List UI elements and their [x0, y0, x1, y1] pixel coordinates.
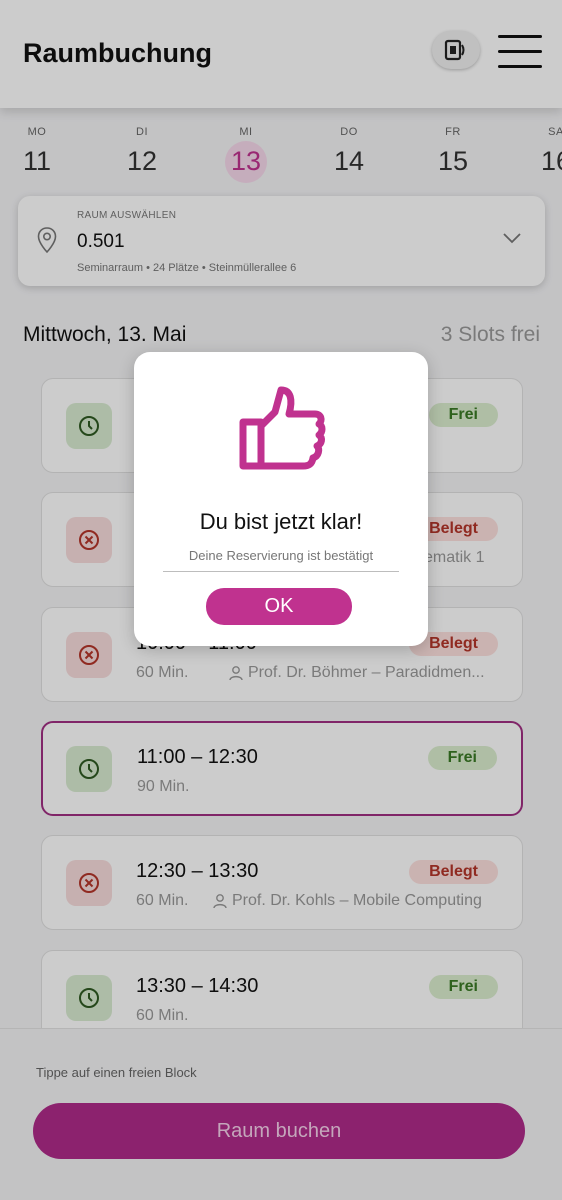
- thumbs-up-icon: [239, 386, 326, 470]
- divider: [163, 571, 399, 572]
- ok-button[interactable]: OK: [206, 588, 352, 625]
- dialog-message: Deine Reservierung ist bestätigt: [188, 548, 374, 563]
- dialog-title: Du bist jetzt klar!: [199, 509, 363, 534]
- confirmation-dialog: Du bist jetzt klar! Deine Reservierung i…: [134, 352, 428, 646]
